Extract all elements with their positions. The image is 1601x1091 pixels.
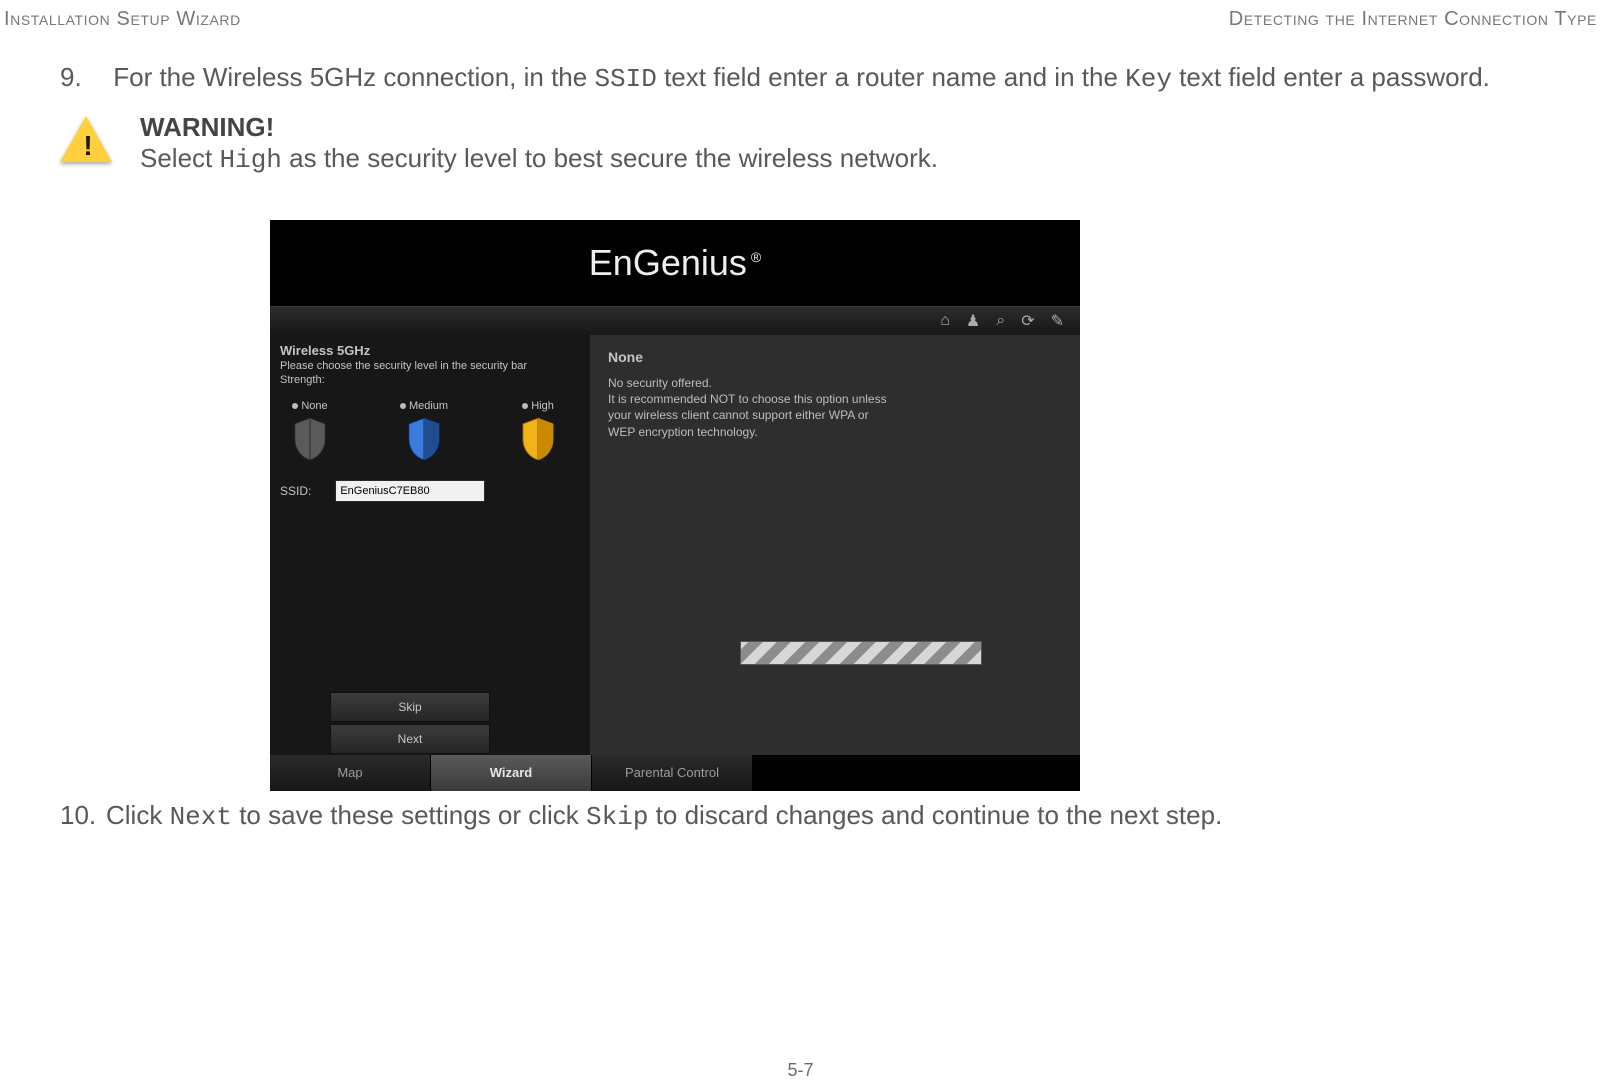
shield-none-icon xyxy=(291,416,329,462)
step-9-text-b: text field enter a router name and in th… xyxy=(657,62,1125,92)
save-icon[interactable]: ✎ xyxy=(1051,311,1064,331)
step-9-code-key: Key xyxy=(1125,64,1172,94)
security-medium-option[interactable]: Medium xyxy=(394,400,454,462)
step-9-line: 9. For the Wireless 5GHz connection, in … xyxy=(60,62,1601,94)
ssid-input[interactable] xyxy=(335,480,485,502)
step-10-code-next: Next xyxy=(170,802,232,832)
user-icon[interactable]: ♟ xyxy=(966,311,980,331)
security-high-option[interactable]: High xyxy=(508,400,568,462)
warning-block: ! WARNING! Select High as the security l… xyxy=(60,112,1601,175)
home-icon[interactable]: ⌂ xyxy=(940,312,950,330)
skip-button[interactable]: Skip xyxy=(330,692,490,722)
tab-map[interactable]: Map xyxy=(270,755,431,791)
security-high-label: High xyxy=(531,400,554,412)
step-9-text-a: For the Wireless 5GHz connection, in the xyxy=(113,62,594,92)
header-left: Installation Setup Wizard xyxy=(4,8,241,31)
tool-icon[interactable]: ⌕ xyxy=(996,312,1005,330)
step-10-text-a: Click xyxy=(106,800,170,830)
strength-label: Strength: xyxy=(280,374,580,386)
router-right-panel: None No security offered. It is recommen… xyxy=(590,335,1080,755)
wireless-sub: Please choose the security level in the … xyxy=(280,360,580,372)
step-9-text-c: text field enter a password. xyxy=(1172,62,1490,92)
step-10-text-c: to discard changes and continue to the n… xyxy=(648,800,1222,830)
security-info-line3: your wireless client cannot support eith… xyxy=(608,407,1062,423)
security-medium-label: Medium xyxy=(409,400,448,412)
security-info-title: None xyxy=(608,349,1062,365)
warning-text-b: as the security level to best secure the… xyxy=(282,143,938,173)
security-info-line4: WEP encryption technology. xyxy=(608,424,1062,440)
refresh-icon[interactable]: ⟳ xyxy=(1021,311,1034,331)
wireless-title: Wireless 5GHz xyxy=(280,343,580,358)
step-10-line: 10.Click Next to save these settings or … xyxy=(60,800,1222,832)
step-10-num: 10. xyxy=(60,800,106,831)
step-9-num: 9. xyxy=(60,62,106,93)
tab-wizard[interactable]: Wizard xyxy=(431,755,592,791)
tab-parental-control[interactable]: Parental Control xyxy=(592,755,753,791)
security-info-line2: It is recommended NOT to choose this opt… xyxy=(608,391,1062,407)
page-number: 5-7 xyxy=(0,1060,1601,1081)
warning-code-high: High xyxy=(220,145,282,175)
step-10-code-skip: Skip xyxy=(586,802,648,832)
router-toolbar: ⌂ ♟ ⌕ ⟳ ✎ xyxy=(270,306,1080,335)
step-10-text-b: to save these settings or click xyxy=(232,800,586,830)
warning-icon: ! xyxy=(60,116,116,172)
security-none-label: None xyxy=(301,400,327,412)
header-right: Detecting the Internet Connection Type xyxy=(1229,8,1597,31)
security-info-line1: No security offered. xyxy=(608,375,1062,391)
shield-high-icon xyxy=(519,416,557,462)
warning-text-a: Select xyxy=(140,143,220,173)
next-button[interactable]: Next xyxy=(330,724,490,754)
progress-bar xyxy=(740,641,982,665)
ssid-label: SSID: xyxy=(280,484,311,498)
router-left-panel: Wireless 5GHz Please choose the security… xyxy=(270,335,590,755)
tab-filler xyxy=(753,755,1080,791)
shield-medium-icon xyxy=(405,416,443,462)
router-screenshot: EnGenius® ⌂ ♟ ⌕ ⟳ ✎ Wireless 5GHz Please… xyxy=(270,220,1080,790)
step-9-code-ssid: SSID xyxy=(594,64,656,94)
warning-title: WARNING! xyxy=(140,112,938,143)
security-none-option[interactable]: None xyxy=(280,400,340,462)
router-logo-row: EnGenius® xyxy=(270,220,1080,306)
warning-body: Select High as the security level to bes… xyxy=(140,143,938,175)
router-brand: EnGenius® xyxy=(589,242,761,284)
